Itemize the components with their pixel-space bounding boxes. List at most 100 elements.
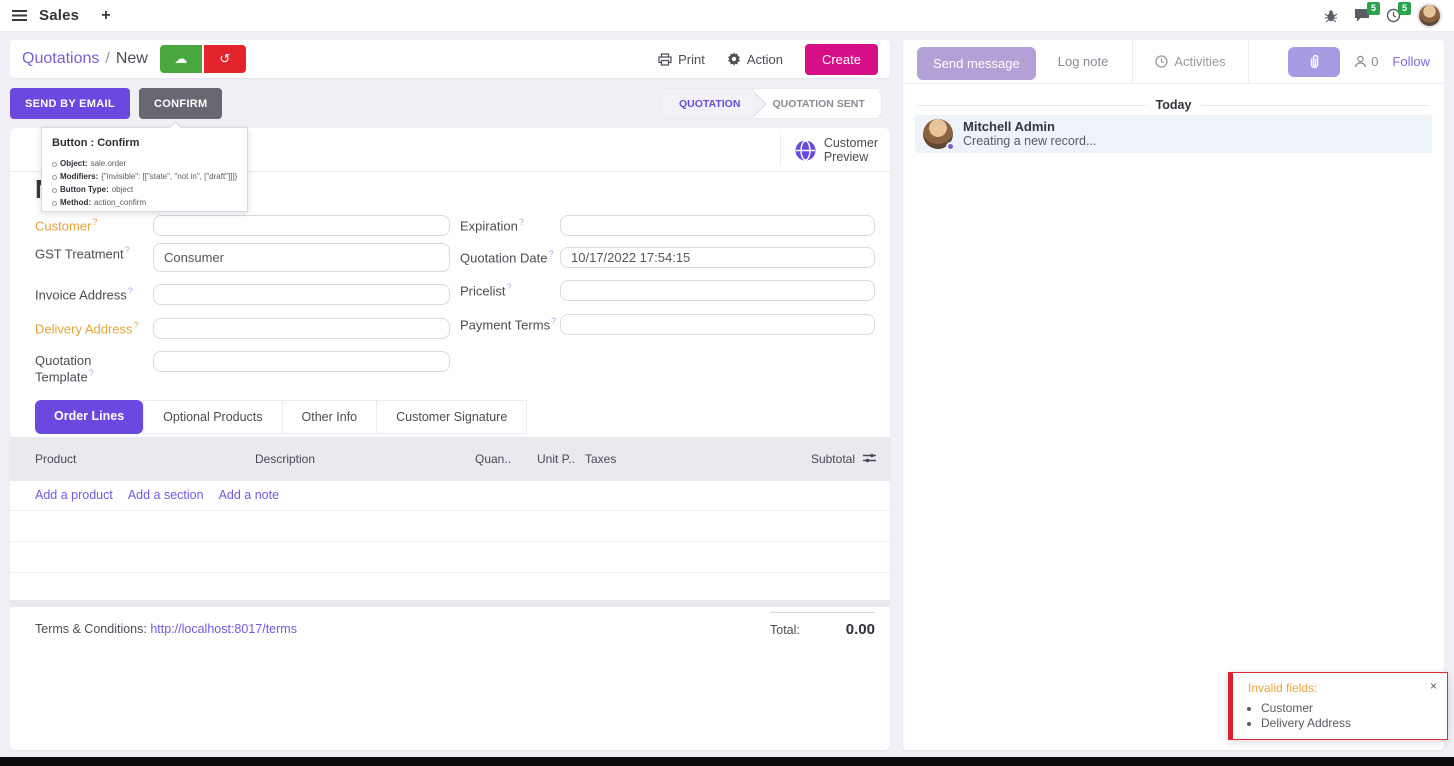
messages-icon[interactable]: 5 <box>1354 8 1370 23</box>
gst-treatment-input[interactable] <box>153 243 450 272</box>
column-subtotal[interactable]: Subtotal <box>770 452 855 466</box>
invalid-fields-list: Customer Delivery Address <box>1261 701 1351 731</box>
pricelist-input[interactable] <box>560 280 875 301</box>
field-customer: Customer? <box>35 215 450 236</box>
tab-customer-signature[interactable]: Customer Signature <box>377 400 527 434</box>
tooltip-object-row: Object:sale.order <box>52 157 237 170</box>
log-note-button[interactable]: Log note <box>1058 54 1109 69</box>
send-by-email-button[interactable]: SEND BY EMAIL <box>10 88 130 119</box>
message-author: Mitchell Admin <box>963 119 1096 134</box>
send-message-button[interactable]: Send message <box>917 47 1036 80</box>
column-quantity[interactable]: Quan.. <box>475 452 511 466</box>
invalid-field-item: Customer <box>1261 701 1351 716</box>
state-quotation[interactable]: QUOTATION <box>661 89 754 118</box>
menu-icon[interactable] <box>12 10 27 21</box>
add-a-product-link[interactable]: Add a product <box>35 488 113 502</box>
delivery-address-input[interactable] <box>153 318 450 339</box>
field-quotation-template: Quotation Template? <box>35 351 450 384</box>
messages-badge: 5 <box>1367 2 1380 15</box>
action-button[interactable]: Action <box>727 52 783 67</box>
customer-preview-label: Customer Preview <box>824 136 878 164</box>
confirm-button[interactable]: CONFIRM <box>139 88 222 119</box>
app-name[interactable]: Sales <box>39 7 79 24</box>
print-label: Print <box>678 52 705 67</box>
empty-row-divider <box>10 572 890 573</box>
delivery-address-label: Delivery Address? <box>35 318 153 336</box>
order-lines-add-links: Add a product Add a section Add a note <box>35 488 279 502</box>
state-quotation-sent[interactable]: QUOTATION SENT <box>754 89 878 118</box>
field-pricelist: Pricelist? <box>460 280 875 301</box>
confirm-button-tooltip: Button : Confirm Object:sale.order Modif… <box>41 127 248 212</box>
message-avatar <box>923 119 953 149</box>
toast-close-icon[interactable]: × <box>1430 679 1437 693</box>
tab-optional-products[interactable]: Optional Products <box>143 400 282 434</box>
followers-counter[interactable]: 0 <box>1354 54 1378 69</box>
order-lines-header: Product Description Quan.. Unit P.. Taxe… <box>10 437 890 481</box>
invoice-address-input[interactable] <box>153 284 450 305</box>
chatter-message[interactable]: Mitchell Admin Creating a new record... <box>915 115 1432 153</box>
print-button[interactable]: Print <box>658 52 705 67</box>
follow-button[interactable]: Follow <box>1392 54 1430 69</box>
action-label: Action <box>747 52 783 67</box>
new-tab-button[interactable]: + <box>101 7 110 25</box>
field-invoice-address: Invoice Address? <box>35 284 450 305</box>
save-button[interactable]: ☁ <box>160 45 202 73</box>
control-panel: Quotations / New ☁ ↺ Print Action Create <box>10 40 890 78</box>
add-a-section-link[interactable]: Add a section <box>128 488 204 502</box>
tooltip-modifiers-row: Modifiers:{"invisible": [["state", "not … <box>52 170 237 183</box>
column-unit-price[interactable]: Unit P.. <box>537 452 575 466</box>
terms-and-conditions: Terms & Conditions: http://localhost:801… <box>35 622 297 636</box>
quotation-template-label: Quotation Template? <box>35 351 153 384</box>
activities-badge: 5 <box>1398 2 1411 15</box>
tab-other-info[interactable]: Other Info <box>283 400 378 434</box>
customer-input[interactable] <box>153 215 450 236</box>
terms-link[interactable]: http://localhost:8017/terms <box>150 622 297 636</box>
column-taxes[interactable]: Taxes <box>585 452 616 466</box>
field-gst-treatment: GST Treatment? <box>35 243 450 272</box>
payment-terms-input[interactable] <box>560 314 875 335</box>
quotation-template-input[interactable] <box>153 351 450 372</box>
undo-icon: ↺ <box>219 51 230 67</box>
schedule-activity-button[interactable]: Activities <box>1132 40 1248 83</box>
quotation-date-input[interactable] <box>560 247 875 268</box>
invalid-fields-toast: Invalid fields: × Customer Delivery Addr… <box>1228 672 1448 740</box>
invoice-address-label: Invoice Address? <box>35 284 153 302</box>
customer-preview-button[interactable]: Customer Preview <box>780 134 878 166</box>
create-button[interactable]: Create <box>805 44 878 75</box>
invalid-field-item: Delivery Address <box>1261 716 1351 731</box>
optional-columns-icon[interactable] <box>863 452 876 464</box>
expiration-input[interactable] <box>560 215 875 236</box>
notebook-tabs: Order Lines Optional Products Other Info… <box>35 400 527 434</box>
terms-label: Terms & Conditions: <box>35 622 147 636</box>
add-a-note-link[interactable]: Add a note <box>219 488 279 502</box>
discard-button[interactable]: ↺ <box>204 45 246 73</box>
customer-label: Customer? <box>35 215 153 233</box>
toast-title: Invalid fields: <box>1248 681 1317 695</box>
printer-icon <box>658 53 672 66</box>
message-body: Creating a new record... <box>963 134 1096 149</box>
tab-order-lines[interactable]: Order Lines <box>35 400 143 434</box>
breadcrumb-current: New <box>116 50 148 68</box>
column-description[interactable]: Description <box>255 452 315 466</box>
presence-indicator <box>946 142 955 151</box>
field-delivery-address: Delivery Address? <box>35 318 450 339</box>
payment-terms-label: Payment Terms? <box>460 314 560 332</box>
user-avatar[interactable] <box>1417 3 1442 28</box>
chatter-panel: Send message Log note Activities 0 Follo… <box>903 40 1444 750</box>
field-payment-terms: Payment Terms? <box>460 314 875 335</box>
breadcrumb-parent[interactable]: Quotations <box>22 50 99 68</box>
activities-clock-icon[interactable]: 5 <box>1386 8 1401 23</box>
clock-icon <box>1155 55 1168 68</box>
chatter-toolbar: Send message Log note Activities 0 Follo… <box>903 40 1444 84</box>
gst-treatment-label: GST Treatment? <box>35 243 153 261</box>
quotation-date-label: Quotation Date? <box>460 247 560 265</box>
column-product[interactable]: Product <box>35 452 76 466</box>
activities-label: Activities <box>1174 54 1225 69</box>
tooltip-title: Button : Confirm <box>52 137 237 149</box>
attach-files-button[interactable] <box>1288 47 1340 77</box>
debug-bug-icon[interactable] <box>1324 9 1338 23</box>
quotation-form-sheet: Customer Preview New Customer? GST Treat… <box>10 128 890 750</box>
total-box: Total: 0.00 <box>770 612 875 638</box>
gear-icon <box>727 52 741 66</box>
empty-row-divider <box>10 541 890 542</box>
